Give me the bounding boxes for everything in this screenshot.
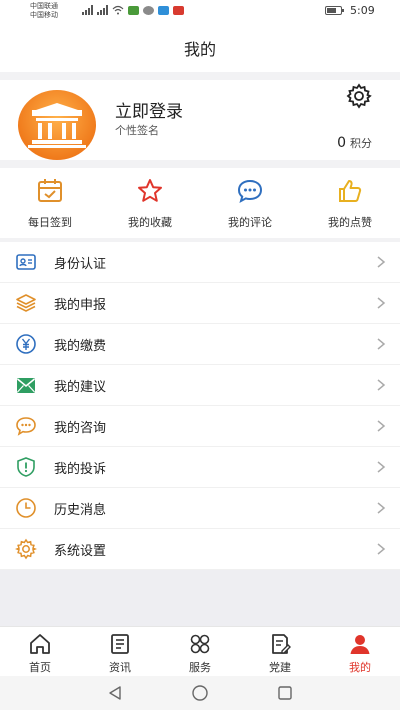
tab-mine[interactable]: 我的 bbox=[320, 627, 400, 677]
tab-label: 党建 bbox=[269, 661, 291, 674]
login-link[interactable]: 立即登录 bbox=[115, 97, 183, 122]
profile-card: 立即登录 个性签名 0 积分 bbox=[0, 80, 400, 160]
id-card-icon bbox=[14, 250, 38, 274]
home-button-icon[interactable] bbox=[191, 684, 209, 702]
menu-list: 身份认证 我的申报 我的缴费 我的建议 我的咨询 我的投诉 历史消息 系统设置 bbox=[0, 242, 400, 570]
menu-item-history[interactable]: 历史消息 bbox=[0, 488, 400, 529]
menu-item-label: 历史消息 bbox=[54, 502, 107, 518]
quick-action-label: 我的收藏 bbox=[128, 216, 172, 229]
empty-area bbox=[0, 570, 400, 626]
chevron-right-icon bbox=[377, 543, 386, 555]
menu-item-label: 我的投诉 bbox=[54, 461, 107, 477]
weibo-icon bbox=[143, 5, 154, 15]
news-icon bbox=[111, 634, 129, 654]
tab-services[interactable]: 服务 bbox=[160, 627, 240, 677]
tab-label: 服务 bbox=[189, 661, 211, 674]
home-icon bbox=[30, 634, 50, 654]
status-bar: 中国联通 中国移动 5:09 bbox=[0, 0, 400, 24]
app-notification-icon bbox=[158, 5, 169, 15]
menu-item-system-settings[interactable]: 系统设置 bbox=[0, 529, 400, 570]
building-icon bbox=[28, 103, 86, 148]
menu-item-identity[interactable]: 身份认证 bbox=[0, 242, 400, 283]
menu-item-complaints[interactable]: 我的投诉 bbox=[0, 447, 400, 488]
tab-label: 我的 bbox=[349, 661, 371, 674]
settings-icon bbox=[14, 537, 38, 561]
tab-label: 首页 bbox=[29, 661, 51, 674]
clock-time: 5:09 bbox=[350, 4, 375, 17]
thumbs-up-icon bbox=[339, 180, 362, 202]
signal-icon bbox=[82, 5, 93, 15]
menu-item-payments[interactable]: 我的缴费 bbox=[0, 324, 400, 365]
quick-action-label: 每日签到 bbox=[28, 216, 72, 229]
signal-icon-2 bbox=[97, 5, 108, 15]
menu-item-label: 身份认证 bbox=[54, 256, 107, 272]
chat-bubble-icon bbox=[14, 414, 38, 438]
menu-item-label: 我的申报 bbox=[54, 297, 107, 313]
calendar-check-icon bbox=[38, 179, 62, 202]
clock-icon bbox=[14, 496, 38, 520]
carrier-info: 中国联通 中国移动 bbox=[30, 2, 58, 20]
page-title: 我的 bbox=[183, 40, 216, 59]
menu-item-label: 我的建议 bbox=[54, 379, 107, 395]
menu-item-label: 我的缴费 bbox=[54, 338, 107, 354]
back-icon[interactable] bbox=[106, 684, 124, 702]
shield-alert-icon bbox=[14, 455, 38, 479]
chevron-right-icon bbox=[377, 379, 386, 391]
quick-action-label: 我的点赞 bbox=[328, 216, 372, 229]
menu-item-suggestions[interactable]: 我的建议 bbox=[0, 365, 400, 406]
services-icon bbox=[190, 634, 210, 654]
quick-action-checkin[interactable]: 每日签到 bbox=[0, 168, 100, 238]
quick-action-comments[interactable]: 我的评论 bbox=[200, 168, 300, 238]
user-icon bbox=[350, 635, 370, 654]
tab-news[interactable]: 资讯 bbox=[80, 627, 160, 677]
mail-icon bbox=[14, 373, 38, 397]
status-icons bbox=[82, 5, 184, 15]
page-header: 我的 bbox=[0, 24, 400, 72]
tab-party-building[interactable]: 党建 bbox=[240, 627, 320, 677]
yen-coin-icon bbox=[14, 332, 38, 356]
quick-action-label: 我的评论 bbox=[228, 216, 272, 229]
layers-icon bbox=[14, 291, 38, 315]
battery-icon bbox=[325, 6, 344, 15]
carrier-2: 中国移动 bbox=[30, 11, 58, 19]
party-building-icon bbox=[272, 634, 291, 654]
chevron-right-icon bbox=[377, 502, 386, 514]
avatar[interactable] bbox=[18, 90, 96, 160]
system-nav-bar bbox=[0, 676, 400, 710]
menu-item-declarations[interactable]: 我的申报 bbox=[0, 283, 400, 324]
points-value: 0 bbox=[337, 135, 346, 151]
tab-label: 资讯 bbox=[109, 661, 131, 674]
quick-action-favorites[interactable]: 我的收藏 bbox=[100, 168, 200, 238]
quick-action-likes[interactable]: 我的点赞 bbox=[300, 168, 400, 238]
chevron-right-icon bbox=[377, 461, 386, 473]
recents-icon[interactable] bbox=[276, 684, 294, 702]
section-divider bbox=[0, 160, 400, 168]
points-display[interactable]: 0 积分 bbox=[337, 135, 372, 151]
star-icon bbox=[138, 179, 162, 202]
bottom-tab-bar: 首页 资讯 服务 党建 我的 bbox=[0, 626, 400, 676]
menu-item-consultations[interactable]: 我的咨询 bbox=[0, 406, 400, 447]
wifi-icon bbox=[112, 5, 124, 15]
comment-icon bbox=[237, 179, 263, 203]
wechat-icon bbox=[128, 5, 139, 15]
carrier-1: 中国联通 bbox=[30, 2, 58, 10]
signature-text: 个性签名 bbox=[115, 124, 159, 137]
chevron-right-icon bbox=[377, 297, 386, 309]
points-label: 积分 bbox=[350, 137, 372, 150]
settings-gear-icon[interactable] bbox=[346, 83, 372, 109]
menu-item-label: 系统设置 bbox=[54, 543, 107, 559]
section-divider bbox=[0, 72, 400, 80]
chevron-right-icon bbox=[377, 338, 386, 350]
app-badge-icon bbox=[173, 5, 184, 15]
menu-item-label: 我的咨询 bbox=[54, 420, 107, 436]
tab-home[interactable]: 首页 bbox=[0, 627, 80, 677]
chevron-right-icon bbox=[377, 420, 386, 432]
chevron-right-icon bbox=[377, 256, 386, 268]
quick-actions: 每日签到 我的收藏 我的评论 我的点赞 bbox=[0, 168, 400, 238]
